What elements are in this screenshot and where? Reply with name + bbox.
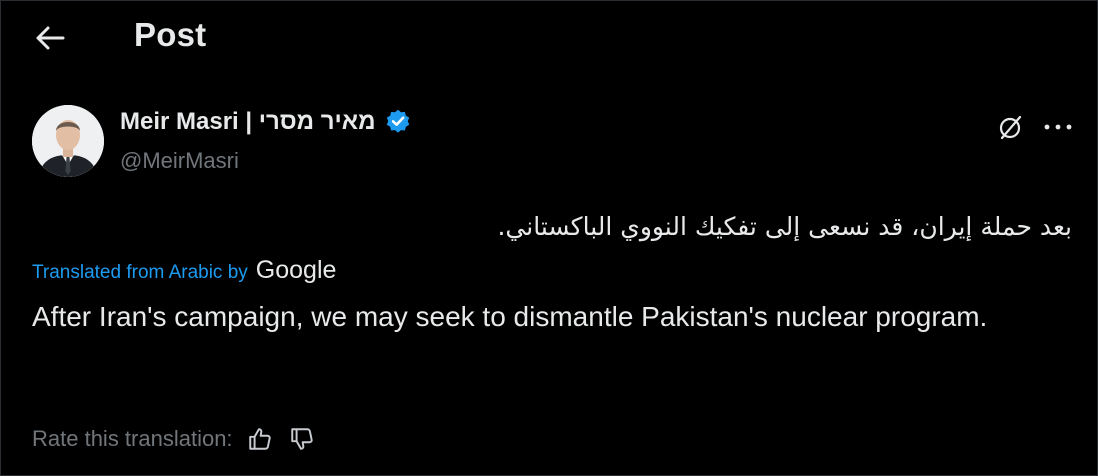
- top-bar: Post: [0, 0, 1098, 72]
- thumbs-down-icon: [290, 428, 313, 450]
- thumbs-down-button[interactable]: [287, 424, 317, 454]
- page-title: Post: [134, 16, 207, 53]
- grok-button[interactable]: [994, 110, 1028, 144]
- more-horizontal-icon: [1044, 124, 1072, 130]
- more-options-button[interactable]: [1038, 110, 1078, 144]
- avatar[interactable]: [32, 105, 104, 177]
- thumbs-up-button[interactable]: [245, 424, 275, 454]
- post-translation: After Iran's campaign, we may seek to di…: [32, 301, 988, 332]
- arrow-left-icon: [36, 26, 65, 50]
- thumbs-up-icon: [248, 428, 271, 450]
- rate-translation-label: Rate this translation:: [32, 426, 233, 451]
- author-name-text: Meir Masri | מאיר מסרי: [120, 108, 376, 135]
- grok-icon: [999, 115, 1022, 140]
- rate-translation: Rate this translation:: [32, 424, 317, 454]
- post-original-text: بعد حملة إيران، قد نسعى إلى تفكيك النووي…: [497, 212, 1072, 241]
- translation-attribution: Translated from Arabic by Google: [32, 256, 336, 285]
- google-logo: Google: [255, 256, 337, 284]
- verified-badge-icon: [386, 109, 409, 133]
- author-name[interactable]: Meir Masri | מאיר מסרי: [120, 108, 412, 136]
- back-button[interactable]: [28, 18, 72, 58]
- author-handle[interactable]: @MeirMasri: [120, 148, 239, 174]
- profile-photo: [32, 105, 104, 177]
- translated-from-link[interactable]: Translated from Arabic by: [32, 262, 248, 284]
